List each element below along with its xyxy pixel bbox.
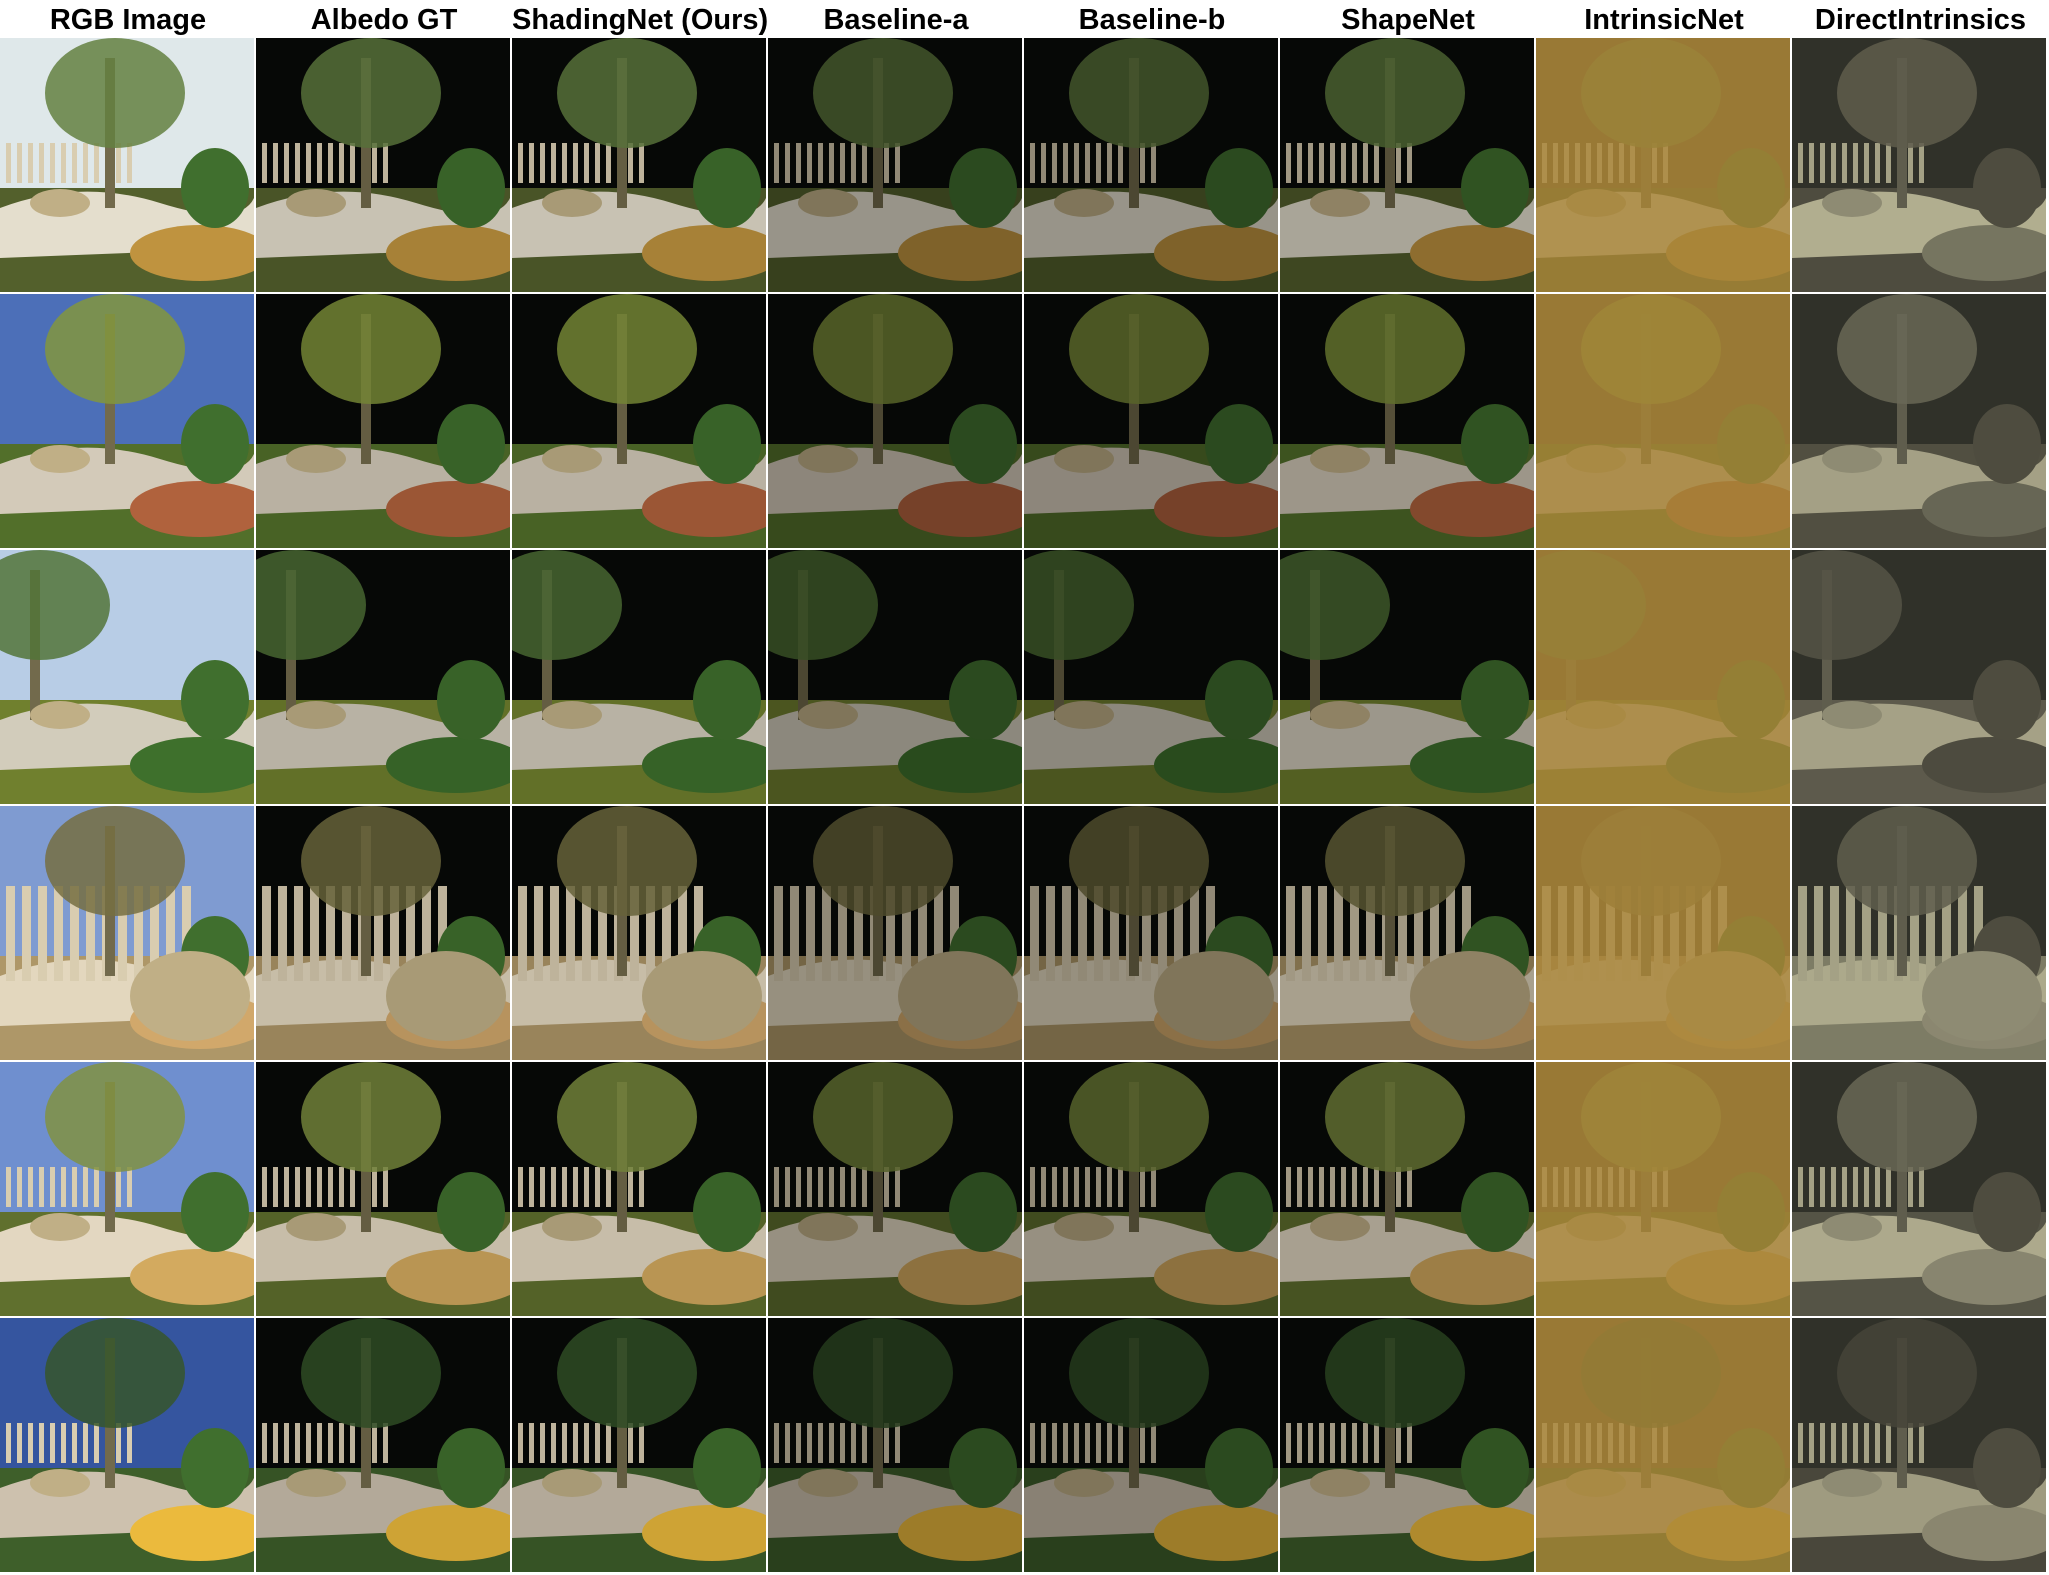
image-cell-row3-rgb-image <box>0 550 254 804</box>
image-cell-row5-intrinsicnet <box>1536 1062 1790 1316</box>
column-headers: RGB Image Albedo GT ShadingNet (Ours) Ba… <box>0 0 2049 38</box>
column-header-rgb-image: RGB Image <box>49 4 207 36</box>
image-cell-row3-albedo-gt <box>256 550 510 804</box>
image-cell-row2-baseline-a <box>768 294 1022 548</box>
image-cell-row1-directintrinsics <box>1792 38 2046 292</box>
image-cell-row3-intrinsicnet <box>1536 550 1790 804</box>
image-cell-row4-shapenet <box>1280 806 1534 1060</box>
image-cell-row5-directintrinsics <box>1792 1062 2046 1316</box>
image-cell-row4-directintrinsics <box>1792 806 2046 1060</box>
image-cell-row4-baseline-a <box>768 806 1022 1060</box>
image-cell-row2-intrinsicnet <box>1536 294 1790 548</box>
image-cell-row2-shapenet <box>1280 294 1534 548</box>
image-cell-row6-baseline-b <box>1024 1318 1278 1572</box>
image-cell-row2-shadingnet <box>512 294 766 548</box>
image-cell-row1-shadingnet <box>512 38 766 292</box>
image-cell-row6-directintrinsics <box>1792 1318 2046 1572</box>
image-cell-row6-intrinsicnet <box>1536 1318 1790 1572</box>
column-header-baseline-b: Baseline-b <box>1078 4 1226 36</box>
image-cell-row5-baseline-b <box>1024 1062 1278 1316</box>
image-cell-row1-shapenet <box>1280 38 1534 292</box>
image-cell-row6-albedo-gt <box>256 1318 510 1572</box>
image-cell-row5-rgb-image <box>0 1062 254 1316</box>
image-cell-row1-intrinsicnet <box>1536 38 1790 292</box>
column-header-baseline-a: Baseline-a <box>823 4 969 36</box>
column-header-directintrinsics: DirectIntrinsics <box>1814 4 2027 36</box>
image-cell-row1-albedo-gt <box>256 38 510 292</box>
column-header-shapenet: ShapeNet <box>1341 4 1475 36</box>
image-cell-row1-baseline-b <box>1024 38 1278 292</box>
image-cell-row2-directintrinsics <box>1792 294 2046 548</box>
image-cell-row6-shapenet <box>1280 1318 1534 1572</box>
image-cell-row3-baseline-a <box>768 550 1022 804</box>
image-cell-row6-baseline-a <box>768 1318 1022 1572</box>
image-cell-row1-baseline-a <box>768 38 1022 292</box>
image-cell-row3-shadingnet <box>512 550 766 804</box>
image-cell-row6-shadingnet <box>512 1318 766 1572</box>
image-cell-row1-rgb-image <box>0 38 254 292</box>
image-cell-row2-albedo-gt <box>256 294 510 548</box>
image-cell-row2-rgb-image <box>0 294 254 548</box>
image-cell-row3-directintrinsics <box>1792 550 2046 804</box>
column-header-intrinsicnet: IntrinsicNet <box>1584 4 1744 36</box>
image-cell-row5-albedo-gt <box>256 1062 510 1316</box>
image-cell-row5-shadingnet <box>512 1062 766 1316</box>
column-header-shadingnet: ShadingNet (Ours) <box>512 4 769 36</box>
image-cell-row6-rgb-image <box>0 1318 254 1572</box>
image-cell-row4-rgb-image <box>0 806 254 1060</box>
image-cell-row2-baseline-b <box>1024 294 1278 548</box>
image-cell-row3-baseline-b <box>1024 550 1278 804</box>
image-cell-row4-albedo-gt <box>256 806 510 1060</box>
image-cell-row5-baseline-a <box>768 1062 1022 1316</box>
image-cell-row5-shapenet <box>1280 1062 1534 1316</box>
image-cell-row3-shapenet <box>1280 550 1534 804</box>
image-cell-row4-baseline-b <box>1024 806 1278 1060</box>
image-cell-row4-intrinsicnet <box>1536 806 1790 1060</box>
column-header-albedo-gt: Albedo GT <box>310 4 458 36</box>
image-cell-row4-shadingnet <box>512 806 766 1060</box>
image-grid <box>0 38 2049 1575</box>
